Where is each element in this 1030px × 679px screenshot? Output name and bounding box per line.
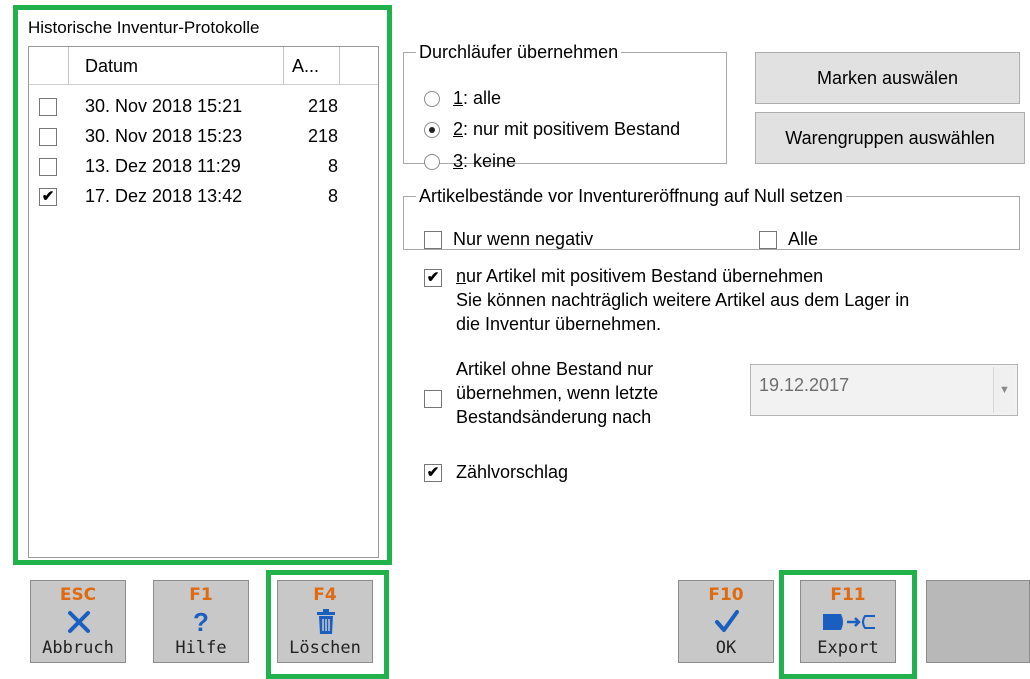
fkey-label: F10 xyxy=(708,585,744,605)
fkey-label: F1 xyxy=(189,585,213,605)
question-icon: ? xyxy=(193,607,209,637)
row-date: 30. Nov 2018 15:21 xyxy=(85,96,243,116)
checkbox-ohne-bestand[interactable]: Artikel ohne Bestand nur übernehmen, wen… xyxy=(424,357,724,437)
checkbox-checked[interactable]: ✔ xyxy=(424,464,442,482)
export-icon xyxy=(801,608,895,636)
date-value: 19.12.2017 xyxy=(759,375,850,395)
chevron-down-icon[interactable]: ▼ xyxy=(993,367,1015,413)
fkey-label: F11 xyxy=(830,585,866,605)
fkey-label: F4 xyxy=(313,585,337,605)
button-label: Export xyxy=(817,638,879,658)
row-count: 218 xyxy=(307,96,338,116)
button-label: OK xyxy=(715,638,737,658)
checkbox-label-line1: ur Artikel mit positivem Bestand überneh… xyxy=(466,266,824,286)
radio-button[interactable] xyxy=(424,91,440,107)
marken-button[interactable]: Marken auswälen xyxy=(755,52,1020,104)
radio-button[interactable] xyxy=(424,154,440,170)
hilfe-button[interactable]: F1 ? Hilfe xyxy=(153,580,249,663)
checkbox-label-line2: Sie können nachträglich weitere Artikel … xyxy=(456,290,910,310)
checkbox-label-line3: die Inventur übernehmen. xyxy=(456,314,662,334)
list-item[interactable]: 30. Nov 2018 15:23 218 xyxy=(29,122,378,152)
checkbox-label: Nur wenn negativ xyxy=(453,229,594,249)
button-label: Abbruch xyxy=(42,638,114,658)
nullsetzen-legend: Artikelbestände vor Inventureröffnung au… xyxy=(416,186,846,207)
date-combobox[interactable]: 19.12.2017 ▼ xyxy=(750,364,1018,416)
button-label: Hilfe xyxy=(175,638,227,658)
checkbox-label-line3: Bestandsänderung nach xyxy=(456,407,652,427)
checkbox-checked[interactable]: ✔ xyxy=(424,269,442,287)
fkey-label: ESC xyxy=(59,585,97,605)
checkbox-label: Alle xyxy=(788,229,819,249)
warengruppen-button[interactable]: Warengruppen auswählen xyxy=(755,112,1025,164)
checkbox-positiver-bestand[interactable]: ✔ nur Artikel mit positivem Bestand über… xyxy=(424,262,1014,346)
protocol-panel-title: Historische Inventur-Protokolle xyxy=(28,18,260,37)
trash-icon xyxy=(278,608,372,636)
radio-option-keine[interactable]: 3: keine xyxy=(424,151,674,175)
checkbox-alle[interactable]: Alle xyxy=(759,227,879,253)
empty-function-button[interactable] xyxy=(926,580,1030,663)
list-item[interactable]: ✔ 17. Dez 2018 13:42 8 xyxy=(29,182,378,212)
checkbox-zaehlvorschlag[interactable]: ✔ Zählvorschlag xyxy=(424,460,644,486)
durchlaeufer-group: Durchläufer übernehmen 1: alle 2: nur mi… xyxy=(403,42,727,171)
x-icon xyxy=(31,608,125,636)
check-icon xyxy=(679,608,773,636)
row-checkbox[interactable] xyxy=(39,128,57,146)
checkbox-label: Zählvorschlag xyxy=(456,462,569,482)
radio-label: : nur mit positivem Bestand xyxy=(463,119,681,139)
radio-label: : alle xyxy=(463,88,502,108)
checkbox-label-line1: Artikel ohne Bestand nur xyxy=(456,359,654,379)
checkbox-key: n xyxy=(456,266,467,286)
list-header: Datum A... xyxy=(29,47,378,85)
abbruch-button[interactable]: ESC Abbruch xyxy=(30,580,126,663)
header-count-column[interactable]: A... xyxy=(284,47,340,85)
row-checkbox[interactable] xyxy=(39,158,57,176)
radio-button-selected[interactable] xyxy=(424,122,440,138)
radio-key: 2 xyxy=(453,119,464,139)
list-item[interactable]: 13. Dez 2018 11:29 8 xyxy=(29,152,378,182)
radio-key: 3 xyxy=(453,151,464,171)
row-checkbox-checked[interactable]: ✔ xyxy=(39,188,57,206)
checkbox-label-line2: übernehmen, wenn letzte xyxy=(456,383,659,403)
ok-button[interactable]: F10 OK xyxy=(678,580,774,663)
nullsetzen-group: Artikelbestände vor Inventureröffnung au… xyxy=(403,186,1020,250)
header-check-column[interactable] xyxy=(29,47,69,85)
button-label: Löschen xyxy=(289,638,361,658)
row-count: 8 xyxy=(327,156,338,176)
row-date: 17. Dez 2018 13:42 xyxy=(85,186,243,206)
radio-option-alle[interactable]: 1: alle xyxy=(424,88,674,112)
row-count: 218 xyxy=(307,126,338,146)
row-date: 30. Nov 2018 15:23 xyxy=(85,126,243,146)
row-date: 13. Dez 2018 11:29 xyxy=(85,156,241,176)
checkbox-nur-negativ[interactable]: Nur wenn negativ xyxy=(424,227,704,253)
durchlaeufer-legend: Durchläufer übernehmen xyxy=(416,42,622,63)
row-checkbox[interactable] xyxy=(39,98,57,116)
loeschen-button[interactable]: F4 Löschen xyxy=(277,580,373,663)
row-count: 8 xyxy=(327,186,338,206)
radio-label: : keine xyxy=(463,151,517,171)
list-item[interactable]: 30. Nov 2018 15:21 218 xyxy=(29,92,378,122)
header-date-column[interactable]: Datum xyxy=(69,47,284,85)
export-button[interactable]: F11 Export xyxy=(800,580,896,663)
radio-option-positiv[interactable]: 2: nur mit positivem Bestand xyxy=(424,119,724,143)
protocol-list[interactable]: Datum A... 30. Nov 2018 15:21 218 30. No… xyxy=(28,46,379,558)
checkbox[interactable] xyxy=(759,231,777,249)
radio-key: 1 xyxy=(453,88,464,108)
checkbox[interactable] xyxy=(424,390,442,408)
checkbox[interactable] xyxy=(424,231,442,249)
